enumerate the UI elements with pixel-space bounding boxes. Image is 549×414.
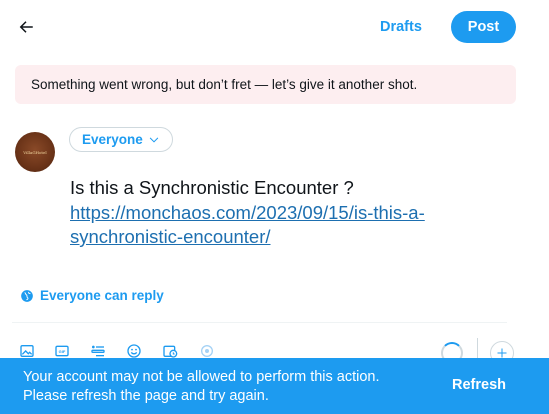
- schedule-icon: [163, 345, 178, 358]
- toast-message-line-1: Your account may not be allowed to perfo…: [23, 369, 380, 385]
- reply-setting-button[interactable]: Everyone can reply: [20, 288, 164, 303]
- tweet-link-line-2: synchronistic-encounter/: [70, 226, 271, 247]
- avatar-logo-text: VillaGHotel: [23, 149, 47, 155]
- gif-icon: GIF: [55, 345, 69, 357]
- poll-icon: [91, 345, 105, 357]
- audience-selector[interactable]: Everyone: [69, 127, 173, 152]
- error-toast: Your account may not be allowed to perfo…: [0, 358, 549, 414]
- image-icon: [20, 345, 34, 357]
- toast-message: Your account may not be allowed to perfo…: [23, 368, 380, 406]
- chevron-down-icon: [149, 137, 159, 142]
- compose-header: Drafts Post: [0, 0, 549, 56]
- toast-message-line-2: Please refresh the page and try again.: [23, 388, 269, 404]
- svg-text:GIF: GIF: [59, 349, 66, 354]
- back-button[interactable]: [10, 11, 42, 43]
- tweet-link-line-1: https://monchaos.com/2023/09/15/is-this-…: [70, 201, 425, 223]
- audience-label: Everyone: [82, 132, 143, 147]
- globe-icon: [21, 289, 33, 302]
- toolbar-divider: [12, 322, 507, 323]
- error-banner: Something went wrong, but don’t fret — l…: [15, 65, 516, 104]
- error-message: Something went wrong, but don’t fret — l…: [31, 77, 418, 92]
- tweet-textarea[interactable]: Is this a Synchronistic Encounter ? http…: [70, 176, 510, 250]
- drafts-button[interactable]: Drafts: [380, 19, 422, 35]
- post-button[interactable]: Post: [451, 11, 516, 43]
- emoji-icon: [127, 344, 141, 358]
- avatar[interactable]: VillaGHotel: [15, 132, 55, 172]
- location-icon: [201, 345, 213, 357]
- tweet-text: Is this a Synchronistic Encounter ?: [70, 177, 354, 198]
- reply-setting-label: Everyone can reply: [40, 288, 164, 303]
- arrow-left-icon: [19, 21, 33, 33]
- refresh-button[interactable]: Refresh: [452, 377, 506, 393]
